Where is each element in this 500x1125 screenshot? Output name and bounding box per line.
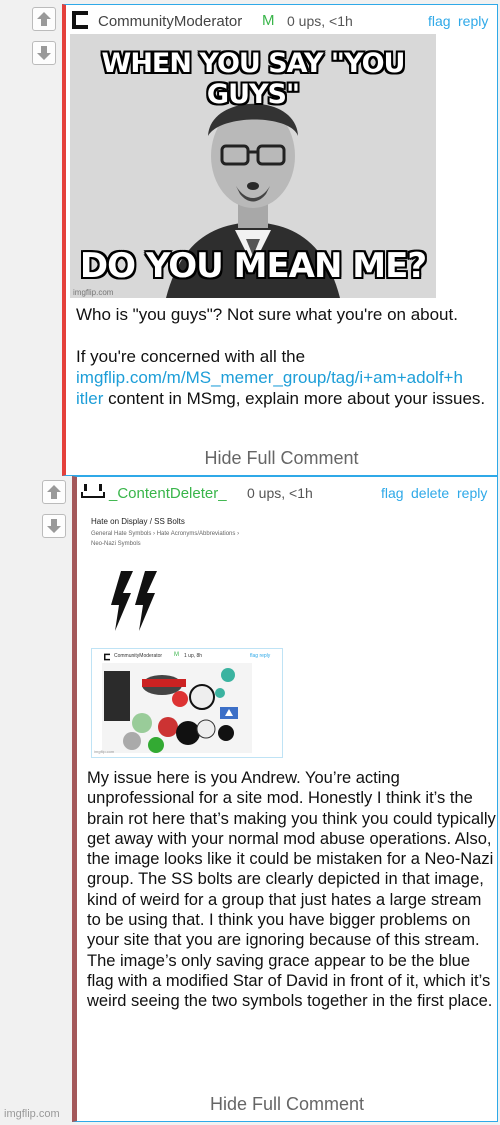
comment-paragraph-end: content in MSmg, explain more about your… <box>103 389 486 408</box>
username[interactable]: _ContentDeleter_ <box>109 485 227 502</box>
flag-link[interactable]: flag <box>381 485 404 501</box>
inner-username: CommunityModerator <box>114 653 163 659</box>
screenshot-title: Hate on Display / SS Bolts <box>91 517 185 526</box>
tag-link[interactable]: imgflip.com/m/MS_memer_group/tag/i+am+ad… <box>76 368 463 387</box>
arrow-up-icon <box>47 485 61 499</box>
username[interactable]: CommunityModerator <box>98 13 242 30</box>
downvote-button[interactable] <box>42 514 66 538</box>
arrow-down-icon <box>47 519 61 533</box>
comment-paragraph: Who is "you guys"? Not sure what you're … <box>76 305 458 324</box>
meme-image[interactable]: WHEN YOU SAY "YOU GUYS" DO YOU MEAN ME? … <box>70 34 436 298</box>
inner-mod-badge: M <box>174 652 179 658</box>
comment-text: My issue here is you Andrew. You’re acti… <box>87 769 496 1011</box>
screenshot-breadcrumb: General Hate Symbols › Hate Acronyms/Abb… <box>91 531 240 537</box>
comment-paragraph: If you're concerned with all the <box>76 347 306 366</box>
comment-meta: 0 ups, <1h <box>287 13 353 29</box>
comment-text: Who is "you guys"? Not sure what you're … <box>76 304 494 409</box>
comment-content-deleter: _ContentDeleter_ 0 ups, <1h flag delete … <box>72 476 498 1122</box>
comment-header: _ContentDeleter_ 0 ups, <1h flag delete … <box>77 477 497 505</box>
mod-badge: M <box>262 12 275 29</box>
avatar-icon <box>72 11 88 29</box>
inner-comment-screenshot: CommunityModerator M 1 up, 8h flag reply <box>91 648 283 758</box>
comment-meta: 0 ups, <1h <box>247 485 313 501</box>
downvote-button[interactable] <box>32 41 56 65</box>
flag-link[interactable]: flag <box>428 13 451 29</box>
avatar-icon <box>81 484 105 498</box>
meme-top-text: WHEN YOU SAY "YOU GUYS" <box>101 48 406 110</box>
comment-community-moderator: CommunityModerator M 0 ups, <1h flag rep… <box>62 4 498 476</box>
meme-watermark: imgflip.com <box>73 288 114 297</box>
comment-header: CommunityModerator M 0 ups, <1h flag rep… <box>66 5 497 33</box>
tag-link-continued[interactable]: itler <box>76 389 103 408</box>
delete-link[interactable]: delete <box>411 485 449 501</box>
hide-full-comment-button[interactable]: Hide Full Comment <box>77 1094 497 1115</box>
upvote-button[interactable] <box>32 7 56 31</box>
arrow-down-icon <box>37 46 51 60</box>
screenshot-breadcrumb-2: Neo-Nazi Symbols <box>91 541 141 547</box>
reply-link[interactable]: reply <box>458 13 488 29</box>
upvote-button[interactable] <box>42 480 66 504</box>
imgflip-watermark: imgflip.com <box>4 1108 60 1120</box>
inner-actions: flag reply <box>250 653 271 659</box>
inner-meta: 1 up, 8h <box>184 653 203 659</box>
inner-watermark: imgflip.com <box>94 749 115 754</box>
avatar-icon <box>104 653 110 661</box>
collage-meme-image <box>102 663 252 753</box>
reply-link[interactable]: reply <box>457 485 487 501</box>
hide-full-comment-button[interactable]: Hide Full Comment <box>66 448 497 469</box>
meme-bottom-text: DO YOU MEAN ME? <box>79 246 427 286</box>
arrow-up-icon <box>37 12 51 26</box>
ss-bolts-icon <box>111 571 157 631</box>
embedded-screenshot-image[interactable]: Hate on Display / SS Bolts General Hate … <box>87 511 287 761</box>
